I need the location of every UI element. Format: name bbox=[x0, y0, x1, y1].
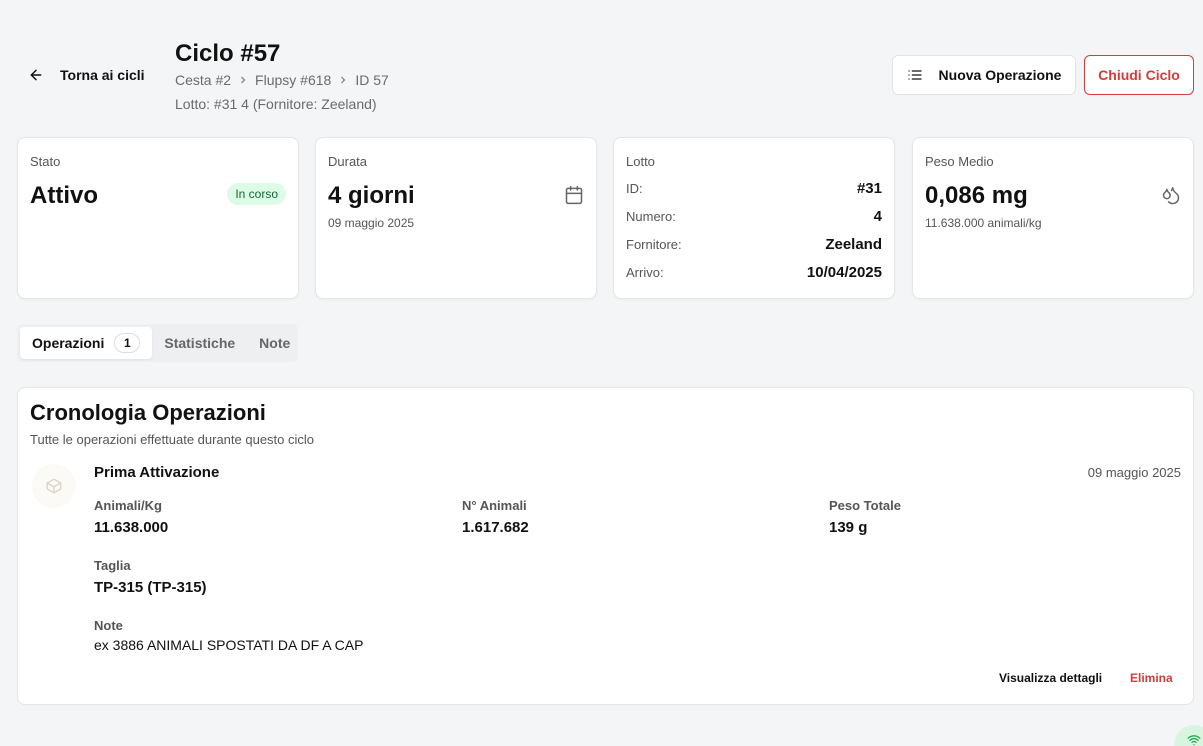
wifi-icon bbox=[1187, 735, 1201, 746]
field-animal-count: N° Animali 1.617.682 bbox=[462, 498, 529, 536]
operations-timeline-panel: Cronologia Operazioni Tutte le operazion… bbox=[17, 387, 1194, 705]
calendar-icon bbox=[565, 185, 583, 205]
page-title: Ciclo #57 bbox=[175, 40, 281, 67]
arrow-left-icon bbox=[30, 69, 42, 81]
field-label: Note bbox=[94, 618, 123, 633]
delete-operation-button[interactable]: Elimina bbox=[1130, 671, 1173, 685]
field-notes: Note ex 3886 ANIMALI SPOSTATI DA DF A CA… bbox=[94, 618, 363, 653]
timeline-subtitle: Tutte le operazioni effettuate durante q… bbox=[30, 432, 315, 447]
duration-start-date: 09 maggio 2025 bbox=[328, 216, 415, 230]
lot-id-label: ID: bbox=[626, 181, 643, 196]
breadcrumb: Cesta #2 Flupsy #618 ID 57 bbox=[175, 72, 389, 88]
lot-supplier-value: Zeeland bbox=[825, 236, 882, 253]
page-header: Torna ai cicli Ciclo #57 Cesta #2 Flupsy… bbox=[0, 0, 1203, 130]
duration-card: Durata 4 giorni 09 maggio 2025 bbox=[315, 137, 597, 299]
average-weight-card: Peso Medio 0,086 mg 11.638.000 animali/k… bbox=[912, 137, 1194, 299]
duration-value: 4 giorni bbox=[328, 182, 415, 209]
connection-status-indicator[interactable] bbox=[1174, 725, 1203, 746]
new-operation-label: Nuova Operazione bbox=[938, 67, 1062, 83]
operation-name: Prima Attivazione bbox=[94, 464, 220, 481]
field-animals-per-kg: Animali/Kg 11.638.000 bbox=[94, 498, 168, 536]
average-weight-label: Peso Medio bbox=[925, 154, 994, 169]
field-value: TP-315 (TP-315) bbox=[94, 579, 207, 596]
timeline-title: Cronologia Operazioni bbox=[30, 400, 266, 425]
status-card-label: Stato bbox=[30, 154, 61, 169]
animals-per-kg: 11.638.000 animali/kg bbox=[925, 216, 1042, 230]
field-value: 11.638.000 bbox=[94, 519, 169, 536]
lot-arrival-label: Arrivo: bbox=[626, 265, 664, 280]
field-value: ex 3886 ANIMALI SPOSTATI DA DF A CAP bbox=[94, 637, 364, 653]
breadcrumb-id: ID 57 bbox=[355, 72, 389, 88]
lot-supplier-label: Fornitore: bbox=[626, 237, 682, 252]
close-cycle-button[interactable]: Chiudi Ciclo bbox=[1084, 55, 1194, 95]
status-value: Attivo bbox=[30, 182, 98, 209]
chevron-right-icon bbox=[241, 76, 246, 84]
operation-type-icon bbox=[32, 464, 76, 508]
tab-operations-label: Operazioni bbox=[32, 335, 105, 351]
operations-count-badge: 1 bbox=[114, 333, 141, 353]
field-label: N° Animali bbox=[462, 498, 527, 513]
field-size: Taglia TP-315 (TP-315) bbox=[94, 558, 207, 596]
lot-row-arrival: Arrivo: 10/04/2025 bbox=[626, 264, 882, 281]
breadcrumb-flupsy[interactable]: Flupsy #618 bbox=[255, 72, 331, 88]
duration-card-label: Durata bbox=[328, 154, 368, 169]
lot-row-supplier: Fornitore: Zeeland bbox=[626, 236, 882, 253]
tab-bar: Operazioni 1 Statistiche Note bbox=[17, 324, 298, 362]
droplets-icon bbox=[1162, 187, 1180, 205]
field-total-weight: Peso Totale 139 g bbox=[829, 498, 901, 536]
field-value: 139 g bbox=[829, 519, 868, 536]
lot-number-label: Numero: bbox=[626, 209, 676, 224]
lot-id-value: #31 bbox=[856, 180, 882, 197]
view-details-button[interactable]: Visualizza dettagli bbox=[999, 671, 1102, 685]
lot-row-id: ID: #31 bbox=[626, 180, 882, 197]
average-weight-value: 0,086 mg bbox=[925, 182, 1028, 209]
lot-arrival-value: 10/04/2025 bbox=[806, 264, 882, 281]
operation-date: 09 maggio 2025 bbox=[1087, 465, 1181, 480]
field-label: Peso Totale bbox=[829, 498, 902, 513]
new-operation-button[interactable]: Nuova Operazione bbox=[892, 55, 1076, 95]
field-label: Taglia bbox=[94, 558, 131, 573]
back-to-cycles-button[interactable]: Torna ai cicli bbox=[28, 60, 145, 90]
box-icon bbox=[46, 478, 62, 494]
lot-row-number: Numero: 4 bbox=[626, 208, 882, 225]
back-label: Torna ai cicli bbox=[60, 67, 145, 83]
breadcrumb-basket[interactable]: Cesta #2 bbox=[175, 72, 231, 88]
field-value: 1.617.682 bbox=[462, 519, 529, 536]
lot-number-value: 4 bbox=[873, 208, 882, 225]
lotto-info: Lotto: #31 4 (Fornitore: Zeeland) bbox=[175, 96, 377, 112]
list-icon bbox=[907, 70, 922, 80]
title-block: Ciclo #57 Cesta #2 Flupsy #618 ID 57 Lot… bbox=[175, 40, 389, 112]
tab-operations[interactable]: Operazioni 1 bbox=[20, 327, 153, 359]
status-badge: In corso bbox=[227, 183, 286, 205]
chevron-right-icon bbox=[341, 76, 346, 84]
lot-card: Lotto ID: #31 Numero: 4 Fornitore: Zeela… bbox=[613, 137, 895, 299]
status-card: Stato Attivo In corso bbox=[17, 137, 299, 299]
field-label: Animali/Kg bbox=[94, 498, 162, 513]
tab-statistics[interactable]: Statistiche bbox=[152, 327, 247, 359]
lot-card-label: Lotto bbox=[626, 154, 655, 169]
tab-notes[interactable]: Note bbox=[247, 327, 302, 359]
